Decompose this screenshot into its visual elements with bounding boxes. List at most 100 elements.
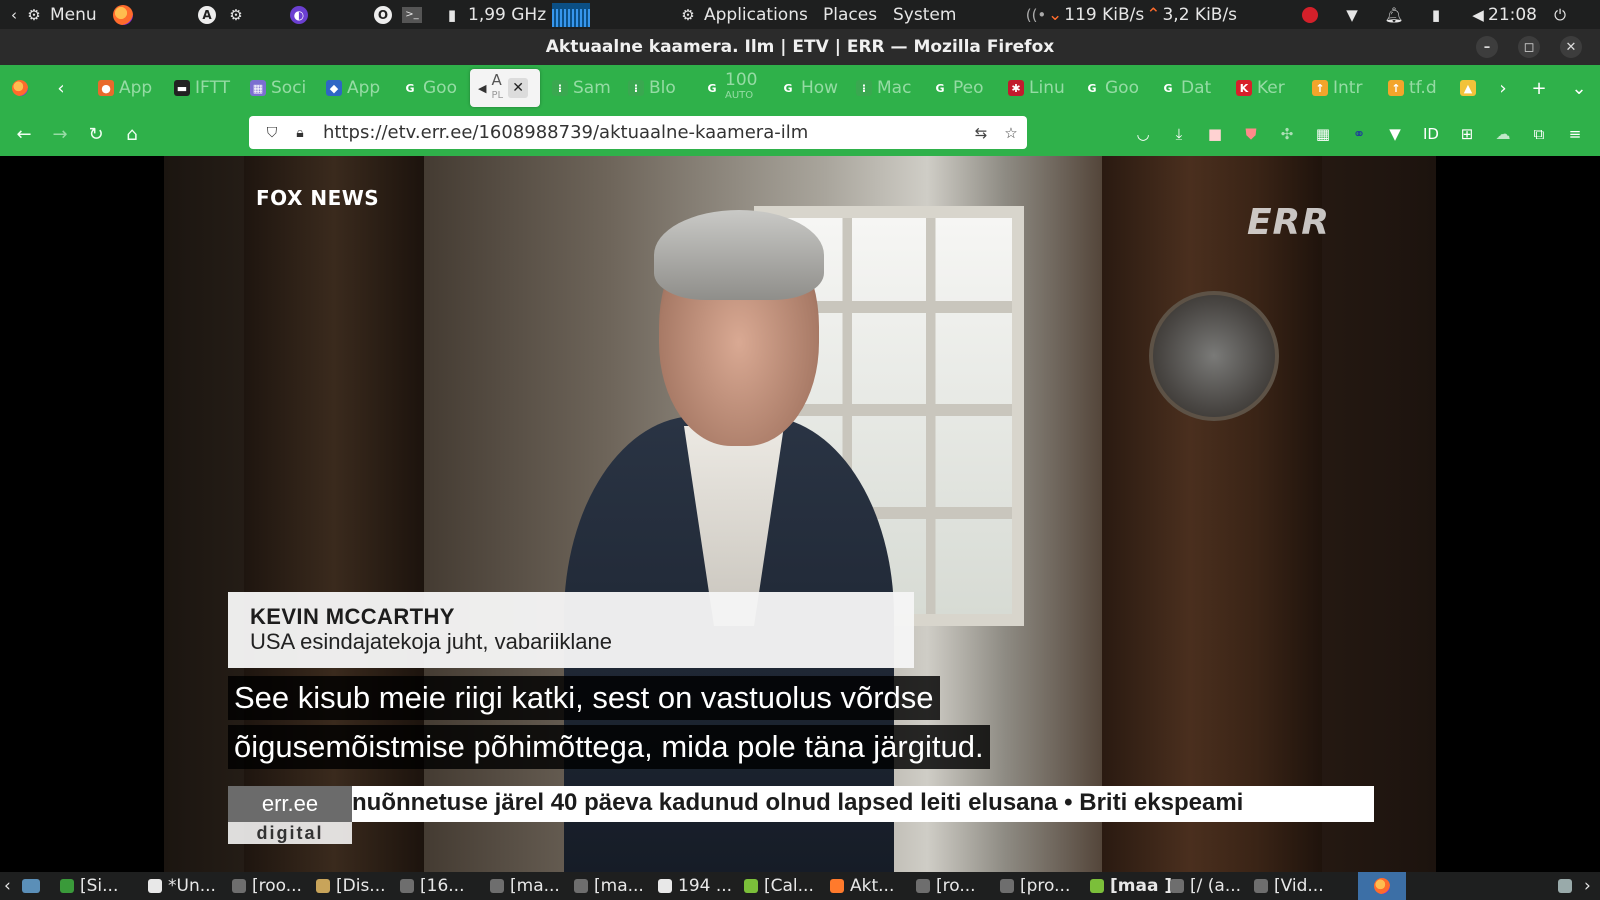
back-button[interactable]: ←	[12, 122, 36, 146]
taskbar-item-8[interactable]: [Cal...	[744, 872, 828, 900]
list-all-tabs-button[interactable]: ⌄	[1568, 77, 1590, 99]
url-text[interactable]: https://etv.err.ee/1608988739/aktuaalne-…	[323, 122, 808, 143]
taskbar-item-13[interactable]: [/ (a...	[1170, 872, 1254, 900]
ublock-icon[interactable]: ⛊	[1240, 123, 1262, 145]
tab-12[interactable]: ✱ Linu	[1004, 69, 1074, 107]
taskbar-item-9[interactable]: Akt...	[830, 872, 914, 900]
link-extension-icon[interactable]: ⚭	[1348, 123, 1370, 145]
cloud-extension-icon[interactable]: ☁	[1492, 123, 1514, 145]
tab-9[interactable]: G How	[776, 69, 846, 107]
settings-icon[interactable]: ⚙	[226, 5, 246, 25]
taskbar-item-7[interactable]: 194 ...	[658, 872, 742, 900]
scroll-tabs-left-button[interactable]: ‹	[50, 77, 72, 99]
battery-icon[interactable]: ▮	[1426, 5, 1446, 25]
id-extension-icon[interactable]: ID	[1420, 123, 1442, 145]
extension-faded-icon[interactable]: ✣	[1276, 123, 1298, 145]
scroll-tabs-right-button[interactable]: ›	[1492, 77, 1514, 99]
grid-extension-icon[interactable]: ⊞	[1456, 123, 1478, 145]
tab-18[interactable]: ▲	[1456, 69, 1482, 107]
trash-button[interactable]	[1558, 872, 1572, 900]
show-desktop-button[interactable]	[22, 872, 40, 900]
taskbar-item-10[interactable]: [ro...	[916, 872, 1000, 900]
podcast-glyph-icon: ◐	[290, 5, 308, 24]
volume-icon[interactable]: ◀	[1468, 5, 1488, 25]
taskbar-scroll-left[interactable]: ‹	[4, 872, 11, 900]
video-player[interactable]: FOX NEWS ERR KEVIN MCCARTHY USA esindaja…	[164, 156, 1436, 872]
notifications-icon[interactable]: 🔔︎	[1384, 5, 1404, 25]
tab-1[interactable]: ▬ IFTT	[170, 69, 240, 107]
tab-10[interactable]: ⁝ Mac	[852, 69, 922, 107]
system-menu[interactable]: System	[893, 0, 956, 29]
update-icon[interactable]: A	[198, 5, 216, 24]
tab-8[interactable]: G 100 AUTO	[700, 69, 770, 107]
taskbar-item-6[interactable]: [ma...	[574, 872, 658, 900]
taskbar-item-14[interactable]: [Vid...	[1254, 872, 1338, 900]
taskbar-scroll-right[interactable]: ›	[1584, 872, 1591, 900]
tab-11[interactable]: G Peo	[928, 69, 998, 107]
tab-5[interactable]: ◀ A PL ✕	[470, 69, 540, 107]
taskbar-item-label: [maa ]	[1110, 876, 1173, 896]
minimize-button[interactable]: –	[1476, 36, 1498, 58]
menu-button[interactable]: ⚙ Menu	[24, 0, 133, 29]
taskbar-item-2[interactable]: [roo...	[232, 872, 316, 900]
url-bar[interactable]: ⛉ 🔒︎ https://etv.err.ee/1608988739/aktua…	[249, 116, 1027, 149]
calendar-icon[interactable]: ▦	[1312, 123, 1334, 145]
speaker-icon[interactable]: ◀	[478, 82, 486, 95]
taskbar-item-4[interactable]: [16...	[400, 872, 484, 900]
hamburger-menu-icon[interactable]: ≡	[1564, 123, 1586, 145]
lock-icon[interactable]: 🔒︎	[291, 124, 309, 142]
tab-favicon-icon: K	[1236, 80, 1252, 96]
tab-2[interactable]: ▦ Soci	[246, 69, 316, 107]
new-tab-button[interactable]: +	[1528, 77, 1550, 99]
home-button[interactable]: ⌂	[120, 122, 144, 146]
opera-icon[interactable]: O	[374, 5, 392, 24]
bookmark-star-icon[interactable]: ☆	[1001, 123, 1021, 143]
firefox-view-button[interactable]	[9, 77, 31, 99]
taskbar-item-1[interactable]: *Un...	[148, 872, 232, 900]
tab-15[interactable]: K Ker	[1232, 69, 1302, 107]
tab-16[interactable]: ↑ Intr	[1308, 69, 1378, 107]
network-speed[interactable]: ((• ⌄ 119 KiB/s ⌃ 3,2 KiB/s	[1026, 0, 1237, 29]
power-button[interactable]: ⏻	[1550, 0, 1570, 29]
reload-button[interactable]: ↻	[84, 122, 108, 146]
taskbar-item-5[interactable]: [ma...	[490, 872, 574, 900]
news-ticker: err.ee nuõnnetuse järel 40 päeva kadunud…	[228, 786, 1374, 822]
home-icon: ⌂	[126, 123, 138, 145]
panel-left-arrow[interactable]: ‹	[4, 0, 24, 29]
taskbar-item-0[interactable]: [Si...	[60, 872, 144, 900]
taskbar-firefox-active[interactable]	[1358, 872, 1406, 900]
pocket-icon[interactable]: ◡	[1132, 123, 1154, 145]
translate-icon[interactable]: ⇆	[971, 123, 991, 143]
filter-icon[interactable]: ▼	[1384, 123, 1406, 145]
maximize-button[interactable]: ◻	[1518, 36, 1540, 58]
tab-7[interactable]: ⁝ Blo	[624, 69, 694, 107]
extension-red-icon[interactable]: ■	[1204, 123, 1226, 145]
extensions-puzzle-icon[interactable]: ⧉	[1528, 123, 1550, 145]
clock[interactable]: 21:08	[1488, 0, 1537, 29]
taskbar-item-3[interactable]: [Dis...	[316, 872, 400, 900]
applications-menu[interactable]: ⚙ Applications	[678, 0, 808, 29]
taskbar-item-12[interactable]: [maa ]	[1090, 872, 1174, 900]
tab-3[interactable]: ◆ App	[322, 69, 392, 107]
tab-4[interactable]: G Goo	[398, 69, 464, 107]
cpu-frequency[interactable]: ▮ 1,99 GHz	[442, 0, 591, 29]
tab-13[interactable]: G Goo	[1080, 69, 1150, 107]
firefox-launcher-icon[interactable]	[112, 4, 133, 25]
podcast-icon[interactable]: ◐	[290, 0, 308, 29]
record-icon[interactable]	[1300, 5, 1320, 25]
tab-6[interactable]: ⁝ Sam	[548, 69, 618, 107]
downloads-icon[interactable]: ⤓	[1168, 123, 1190, 145]
wifi-icon[interactable]: ▼	[1342, 5, 1362, 25]
tab-0[interactable]: ● App	[94, 69, 164, 107]
tab-14[interactable]: G Dat	[1156, 69, 1226, 107]
tab-17[interactable]: ↑ tf.d	[1384, 69, 1454, 107]
forward-button[interactable]: →	[48, 122, 72, 146]
taskbar-item-11[interactable]: [pro...	[1000, 872, 1084, 900]
taskbar-item-label: 194 ...	[678, 876, 733, 896]
close-tab-button[interactable]: ✕	[508, 78, 529, 98]
tracking-shield-icon[interactable]: ⛉	[263, 124, 281, 142]
close-window-button[interactable]: ✕	[1560, 36, 1582, 58]
terminal-icon[interactable]: >_	[402, 6, 422, 23]
speaker-hair	[654, 210, 824, 300]
places-menu[interactable]: Places	[823, 0, 877, 29]
